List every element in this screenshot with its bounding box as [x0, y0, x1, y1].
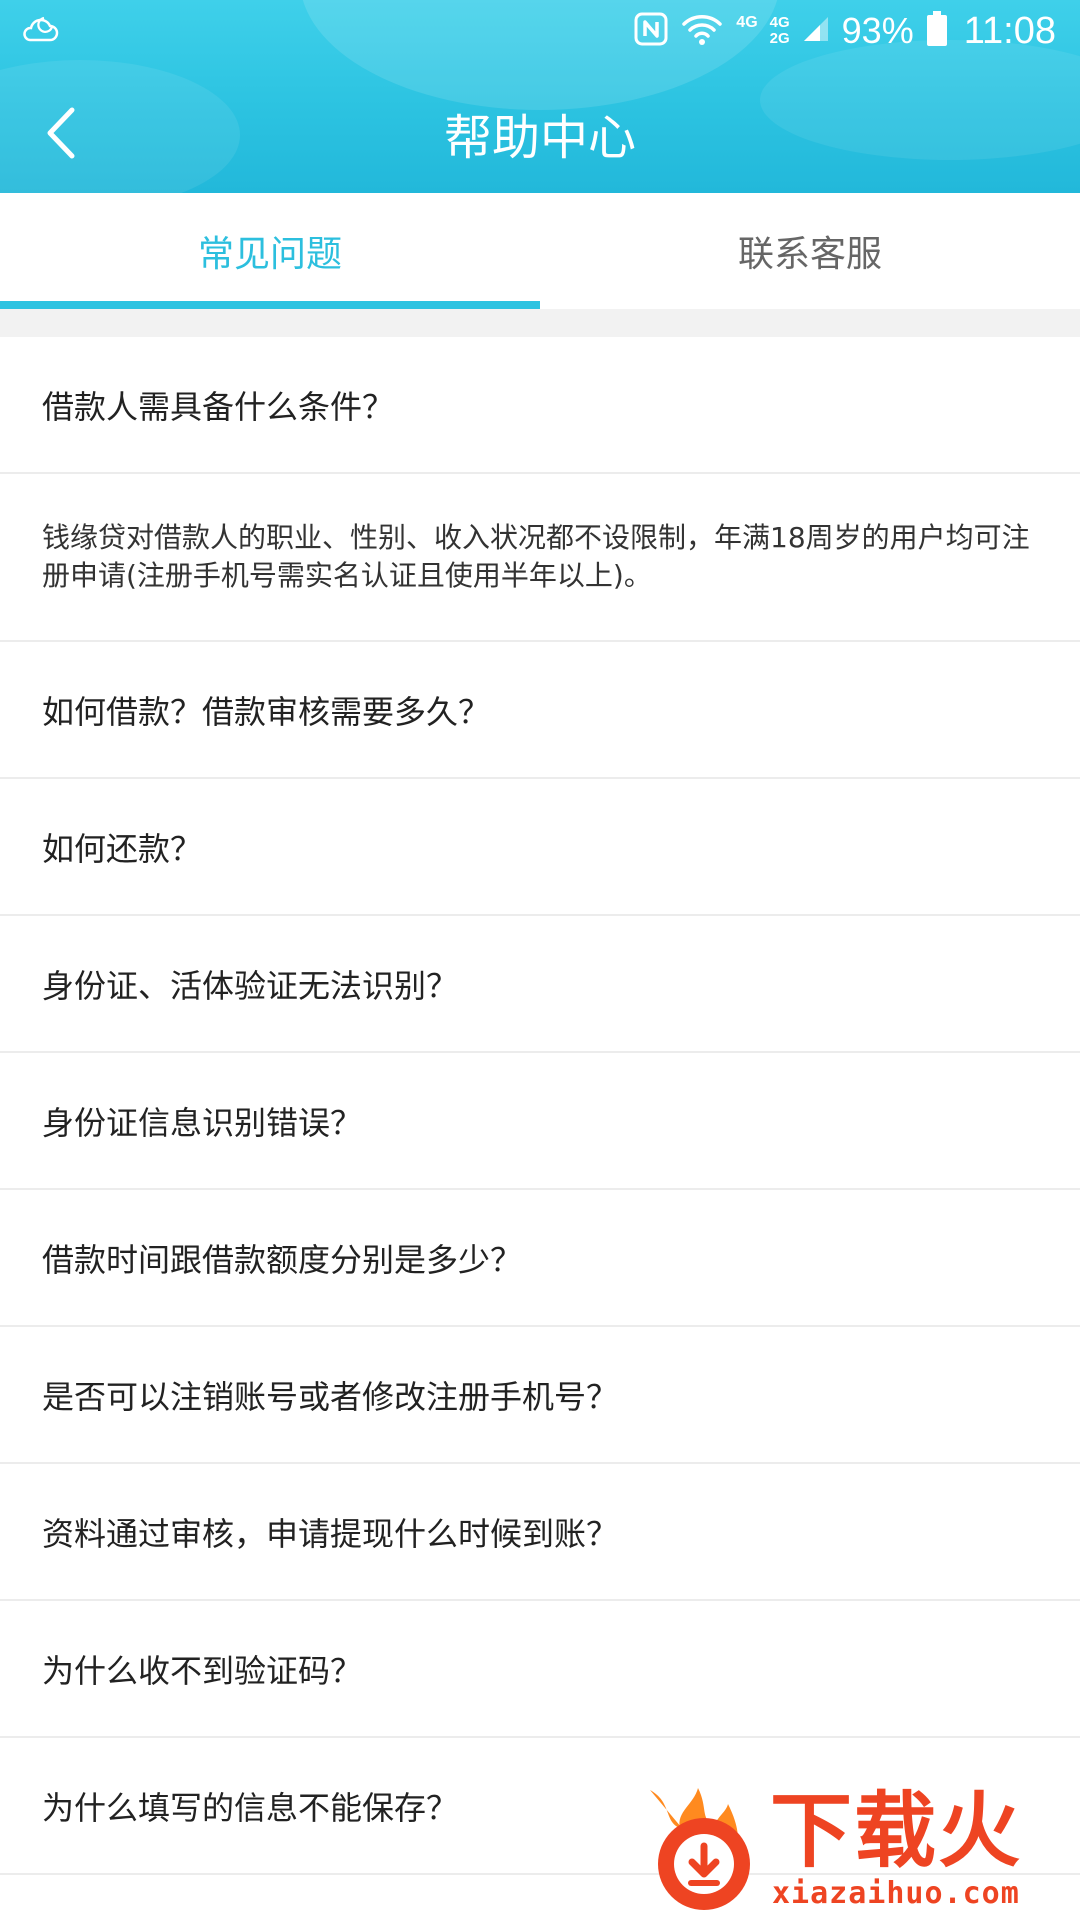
network-type-stack: 4G 2G — [770, 15, 790, 47]
tab-label: 联系客服 — [737, 234, 882, 275]
faq-question[interactable]: 为什么收不到验证码？ — [0, 1601, 1080, 1738]
wifi-icon — [680, 12, 724, 50]
faq-question[interactable]: 身份证、活体验证无法识别？ — [0, 916, 1080, 1053]
tab-bar: 常见问题 联系客服 — [0, 193, 1080, 309]
watermark-domain: xiazaihuo.com — [772, 1876, 1020, 1911]
battery-icon — [926, 11, 948, 51]
faq-question-text: 为什么填写的信息不能保存？ — [42, 1788, 459, 1827]
tab-contact-service[interactable]: 联系客服 — [540, 193, 1080, 309]
faq-answer: 钱缘贷对借款人的职业、性别、收入状况都不设限制，年满18周岁的用户均可注册申请(… — [0, 474, 1080, 642]
faq-question-text: 为什么收不到验证码？ — [42, 1651, 363, 1690]
tab-faq[interactable]: 常见问题 — [0, 193, 540, 309]
faq-question-text: 借款时间跟借款额度分别是多少？ — [42, 1240, 523, 1279]
faq-question[interactable]: 借款时间跟借款额度分别是多少？ — [0, 1190, 1080, 1327]
battery-percent: 93% — [841, 10, 914, 51]
nfc-icon — [634, 12, 668, 50]
faq-list: 借款人需具备什么条件？ 钱缘贷对借款人的职业、性别、收入状况都不设限制，年满18… — [0, 337, 1080, 1875]
network-type-bottom: 2G — [769, 30, 790, 47]
faq-question-text: 资料通过审核，申请提现什么时候到账？ — [42, 1514, 619, 1553]
page-title: 帮助中心 — [443, 110, 636, 166]
faq-question[interactable]: 资料通过审核，申请提现什么时候到账？ — [0, 1464, 1080, 1601]
faq-question-text: 是否可以注销账号或者修改注册手机号？ — [42, 1377, 619, 1416]
faq-question[interactable]: 是否可以注销账号或者修改注册手机号？ — [0, 1327, 1080, 1464]
faq-question[interactable]: 借款人需具备什么条件？ — [0, 337, 1080, 474]
faq-answer-text: 钱缘贷对借款人的职业、性别、收入状况都不设限制，年满18周岁的用户均可注册申请(… — [42, 521, 1030, 592]
signal-icon — [802, 15, 830, 47]
watermark: 下载火 xiazaihuo.com — [636, 1776, 1080, 1920]
tab-label: 常见问题 — [197, 234, 342, 275]
network-type-label: 4G — [736, 14, 758, 31]
flame-download-logo-icon — [642, 1782, 772, 1912]
faq-question-text: 借款人需具备什么条件？ — [42, 387, 395, 426]
section-divider — [0, 309, 1080, 337]
status-icons: 4G 4G 2G 93% 11:08 — [634, 8, 1056, 54]
header: 4G 4G 2G 93% 11:08 帮助中心 — [0, 0, 1080, 193]
status-bar: 4G 4G 2G 93% 11:08 — [0, 0, 1080, 62]
faq-question-text: 身份证信息识别错误？ — [42, 1103, 363, 1142]
status-time: 11:08 — [963, 9, 1056, 52]
watermark-text: 下载火 — [770, 1784, 1023, 1879]
network-type-top: 4G — [769, 14, 790, 31]
faq-question[interactable]: 身份证信息识别错误？ — [0, 1053, 1080, 1190]
faq-question-text: 如何还款？ — [42, 829, 203, 868]
faq-question-text: 如何借款？借款审核需要多久？ — [42, 692, 491, 731]
cloudy-night-icon — [20, 12, 60, 48]
faq-question-text: 身份证、活体验证无法识别？ — [42, 966, 459, 1005]
faq-question[interactable]: 如何还款？ — [0, 779, 1080, 916]
help-center-screen: 4G 4G 2G 93% 11:08 帮助中心 常见问题 联系客服 借款人需具备… — [0, 0, 1080, 1920]
tab-active-indicator — [0, 301, 540, 309]
faq-question[interactable]: 如何借款？借款审核需要多久？ — [0, 642, 1080, 779]
